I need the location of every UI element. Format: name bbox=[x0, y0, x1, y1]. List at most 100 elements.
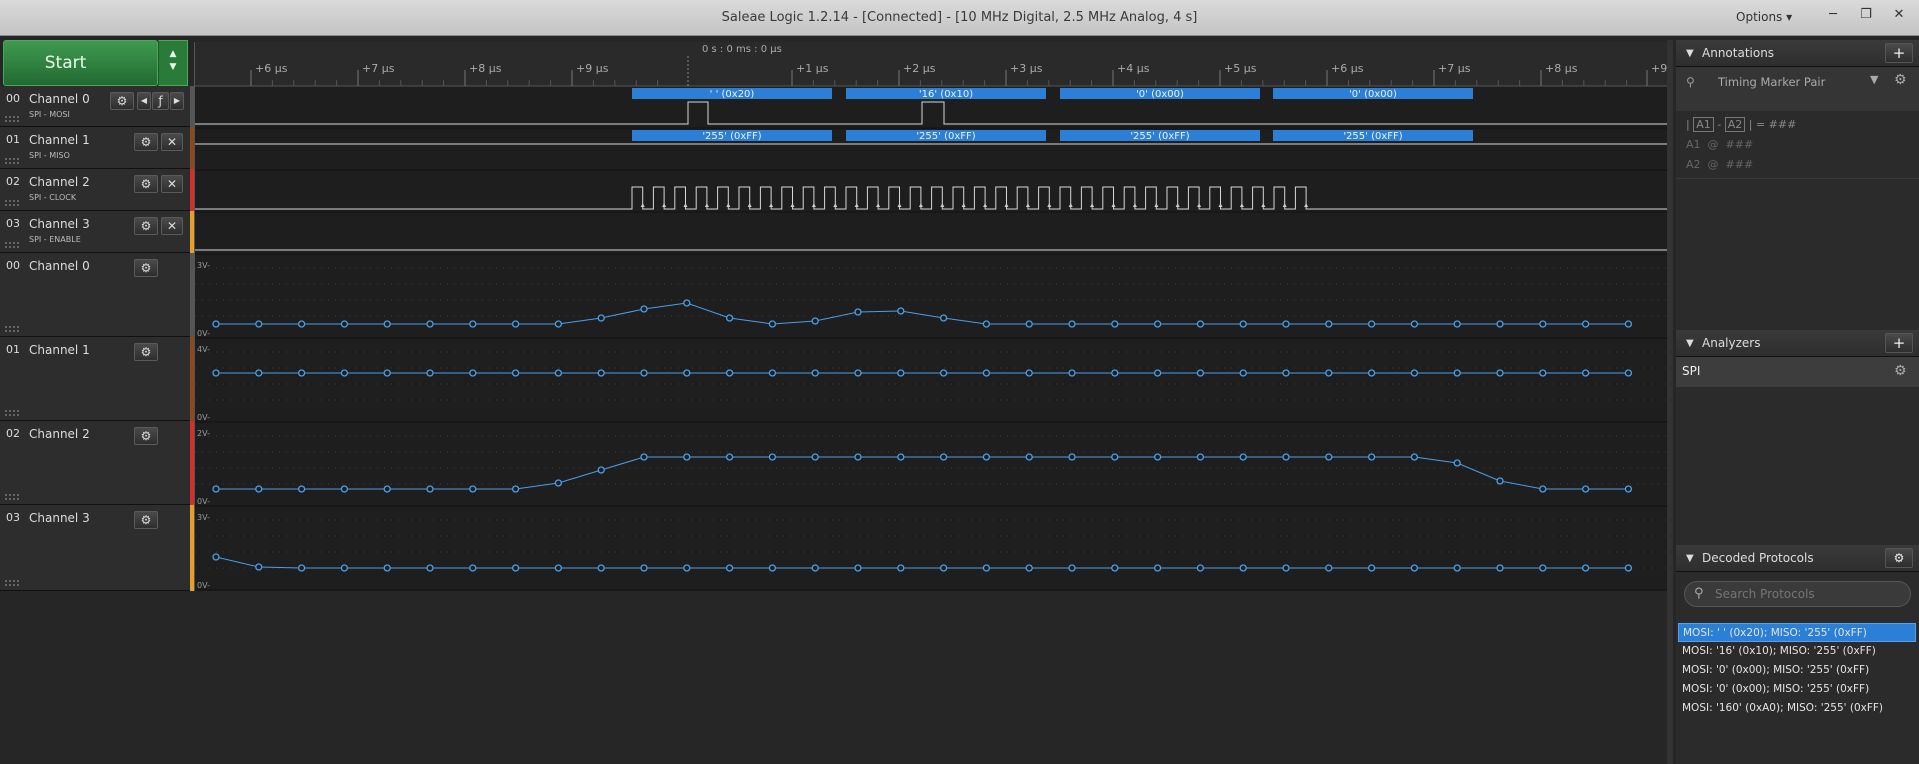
analog-channel-row[interactable]: 00 Channel 0 ⚙ bbox=[0, 253, 190, 337]
collapse-icon[interactable]: ▼ bbox=[1686, 545, 1694, 572]
analog-channel-row[interactable]: 01 Channel 1 ⚙ bbox=[0, 337, 190, 421]
waveform-area[interactable]: 0 s : 0 ms : 0 μs +6 μs +7 μs +8 μs +9 μs +1… bbox=[194, 42, 1668, 591]
analog-ch0-sample-point bbox=[1025, 320, 1033, 328]
gear-icon[interactable]: ⚙ bbox=[134, 511, 158, 529]
channel-name[interactable]: Channel 3 bbox=[29, 217, 90, 231]
channel-name[interactable]: Channel 1 bbox=[29, 343, 90, 357]
analog-ch3-sample-point bbox=[1539, 564, 1547, 572]
analog-ch3-sample-point bbox=[297, 564, 306, 572]
channel-name[interactable]: Channel 2 bbox=[29, 175, 90, 189]
channel-name[interactable]: Channel 0 bbox=[29, 259, 90, 273]
search-input[interactable] bbox=[1715, 585, 1900, 603]
gear-icon[interactable]: ⚙ bbox=[134, 175, 158, 193]
clock-edge-marker bbox=[961, 203, 966, 207]
mosi-decode-label: '0' (0x00) bbox=[1136, 89, 1184, 100]
annotations-header[interactable]: ▼ Annotations + bbox=[1676, 40, 1919, 67]
digital-channel-row[interactable]: 00 Channel 0 SPI - MOSI ⚙ ◀ ƒ ▶ bbox=[0, 86, 190, 127]
analog-ch1-sample-point bbox=[469, 369, 477, 377]
analog-ch1-sample-point bbox=[297, 369, 306, 377]
collapse-icon[interactable]: ▼ bbox=[1686, 330, 1694, 357]
analog-channel-row[interactable]: 02 Channel 2 ⚙ bbox=[0, 421, 190, 505]
edge-trigger-icon[interactable]: ƒ bbox=[152, 92, 169, 110]
analog-ch3-sample-point bbox=[1410, 564, 1419, 572]
drag-handle-icon[interactable] bbox=[5, 580, 19, 586]
drag-handle-icon[interactable] bbox=[5, 494, 19, 500]
clock-edge-marker bbox=[918, 203, 923, 207]
gear-icon[interactable]: ⚙ bbox=[110, 92, 134, 110]
dropdown-icon[interactable]: ▼ bbox=[1870, 73, 1878, 86]
close-icon[interactable]: ✕ bbox=[161, 133, 183, 151]
minimize-button[interactable]: ─ bbox=[1823, 6, 1843, 24]
analog-ch2-sample-point bbox=[1111, 453, 1119, 461]
analog-ch3-sample-point bbox=[1581, 564, 1590, 572]
list-item[interactable]: MOSI: '0' (0x00); MISO: '255' (0xFF) bbox=[1678, 680, 1916, 699]
decoded-protocols-header[interactable]: ▼ Decoded Protocols ⚙ bbox=[1676, 545, 1919, 572]
drag-handle-icon[interactable] bbox=[5, 116, 19, 122]
gear-icon[interactable]: ⚙ bbox=[1885, 548, 1913, 568]
restore-button[interactable]: ❐ bbox=[1856, 6, 1876, 24]
clock-edge-marker bbox=[1132, 203, 1137, 207]
gear-icon[interactable]: ⚙ bbox=[134, 343, 158, 361]
digital-channel-row[interactable]: 03 Channel 3 SPI - ENABLE ⚙ ✕ bbox=[0, 211, 190, 253]
gear-icon[interactable]: ⚙ bbox=[134, 133, 158, 151]
collapse-icon[interactable]: ▼ bbox=[1686, 40, 1694, 67]
gear-icon[interactable]: ⚙ bbox=[134, 217, 158, 235]
gear-icon[interactable]: ⚙ bbox=[134, 259, 158, 277]
clock-trace bbox=[195, 186, 1668, 210]
list-item[interactable]: MOSI: ' ' (0x20); MISO: '255' (0xFF) bbox=[1678, 623, 1916, 642]
drag-handle-icon[interactable] bbox=[5, 242, 19, 248]
add-annotation-button[interactable]: + bbox=[1885, 43, 1913, 63]
channel-name[interactable]: Channel 1 bbox=[29, 133, 90, 147]
analog-ch3-sample-point bbox=[426, 564, 434, 572]
analog-ch2-sample-point bbox=[811, 453, 819, 461]
timeline-tick-label: +7 μs bbox=[362, 62, 395, 75]
drag-handle-icon[interactable] bbox=[5, 326, 19, 332]
analog-ch3-sample-point bbox=[554, 564, 563, 572]
channel-labels-panel: 00 Channel 0 SPI - MOSI ⚙ ◀ ƒ ▶ 01 Chann… bbox=[0, 86, 190, 591]
prev-edge-icon[interactable]: ◀ bbox=[137, 92, 151, 110]
analog-ch1-sample-point bbox=[939, 369, 948, 377]
analog-ch1-sample-point bbox=[511, 369, 520, 377]
close-window-button[interactable]: ✕ bbox=[1889, 6, 1909, 24]
marker-pair-row[interactable]: ⚲ Timing Marker Pair ▼ ⚙ bbox=[1676, 67, 1919, 111]
search-protocols-box[interactable]: ⚲ bbox=[1684, 581, 1911, 607]
start-options-button[interactable]: ▲ ▼ bbox=[158, 40, 188, 86]
analog-ch3-sample-point bbox=[1025, 564, 1033, 572]
list-item[interactable]: MOSI: '0' (0x00); MISO: '255' (0xFF) bbox=[1678, 661, 1916, 680]
analyzers-header[interactable]: ▼ Analyzers + bbox=[1676, 330, 1919, 357]
clock-edge-marker bbox=[662, 203, 667, 207]
drag-handle-icon[interactable] bbox=[5, 410, 19, 416]
analog-ch1-sample-point bbox=[1153, 369, 1162, 377]
gear-icon[interactable]: ⚙ bbox=[134, 427, 158, 445]
analyzer-item[interactable]: SPI ⚙ bbox=[1676, 357, 1919, 387]
marker-formula: | A1 - A2 | = ### bbox=[1686, 117, 1796, 132]
gear-icon[interactable]: ⚙ bbox=[1894, 363, 1907, 379]
clock-edge-marker bbox=[854, 203, 859, 207]
channel-number: 02 bbox=[6, 175, 20, 188]
close-icon[interactable]: ✕ bbox=[161, 175, 183, 193]
drag-handle-icon[interactable] bbox=[5, 200, 19, 206]
digital-channel-row[interactable]: 02 Channel 2 SPI - CLOCK ⚙ ✕ bbox=[0, 169, 190, 211]
timeline-tick-label: +2 μs bbox=[903, 62, 936, 75]
channel-name[interactable]: Channel 2 bbox=[29, 427, 90, 441]
gear-icon[interactable]: ⚙ bbox=[1894, 72, 1907, 88]
clock-edge-marker bbox=[833, 203, 838, 207]
close-icon[interactable]: ✕ bbox=[161, 217, 183, 235]
splitter[interactable] bbox=[1667, 40, 1673, 764]
analog-ch0-sample-point bbox=[768, 320, 777, 328]
clock-edge-marker bbox=[747, 203, 752, 207]
drag-handle-icon[interactable] bbox=[5, 158, 19, 164]
start-button[interactable]: Start bbox=[3, 40, 158, 86]
options-menu[interactable]: Options ▾ bbox=[1736, 10, 1792, 24]
channel-name[interactable]: Channel 0 bbox=[29, 92, 90, 106]
channel-name[interactable]: Channel 3 bbox=[29, 511, 90, 525]
analog-channel-row[interactable]: 03 Channel 3 ⚙ bbox=[0, 505, 190, 591]
voltage-min-label: 0V- bbox=[197, 581, 210, 590]
digital-channel-row[interactable]: 01 Channel 1 SPI - MISO ⚙ ✕ bbox=[0, 127, 190, 169]
add-analyzer-button[interactable]: + bbox=[1885, 333, 1913, 353]
list-item[interactable]: MOSI: '160' (0xA0); MISO: '255' (0xFF) bbox=[1678, 699, 1916, 718]
next-edge-icon[interactable]: ▶ bbox=[170, 92, 184, 110]
list-item[interactable]: MOSI: '16' (0x10); MISO: '255' (0xFF) bbox=[1678, 642, 1916, 661]
analog-ch2-sample-point bbox=[1239, 453, 1247, 461]
analog-ch2-sample-point bbox=[554, 479, 563, 487]
